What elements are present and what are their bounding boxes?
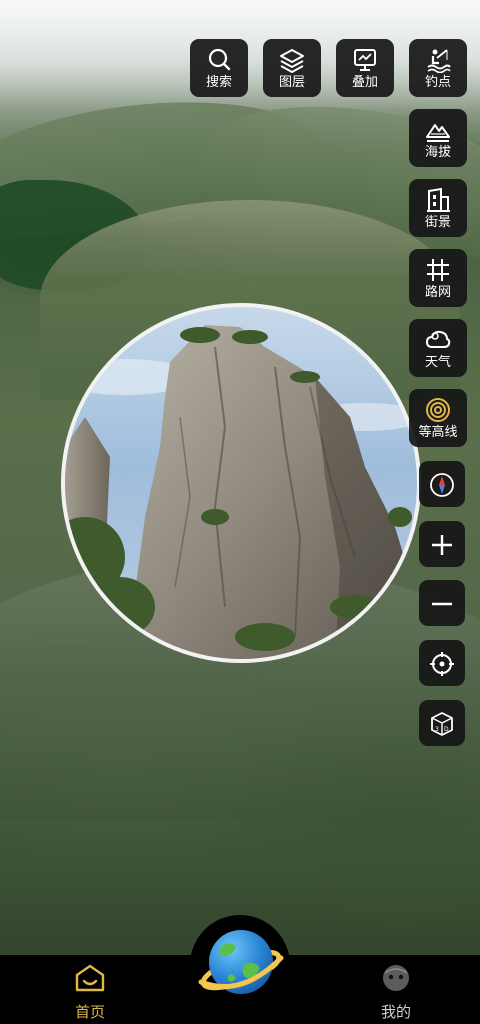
- street-view-button[interactable]: 街景: [409, 179, 467, 237]
- compass-button[interactable]: [419, 461, 465, 507]
- contour-button[interactable]: 等高线: [409, 389, 467, 447]
- svg-text:D: D: [444, 726, 449, 733]
- tab-mine[interactable]: 我的: [351, 955, 441, 1024]
- planet-icon[interactable]: [198, 920, 284, 1004]
- layers-icon: [280, 49, 304, 73]
- zoom-in-button[interactable]: [419, 521, 465, 567]
- layers-button[interactable]: 图层: [263, 39, 321, 97]
- weather-button[interactable]: 天气: [409, 319, 467, 377]
- tab-mine-label: 我的: [380, 1003, 411, 1021]
- 3d-view-icon: 3D: [431, 712, 453, 736]
- street-view-label: 街景: [424, 215, 451, 230]
- layers-label: 图层: [278, 75, 305, 90]
- search-button[interactable]: 搜索: [190, 39, 248, 97]
- overlay-label: 叠加: [351, 75, 378, 90]
- search-label: 搜索: [205, 75, 232, 90]
- locate-button[interactable]: [419, 640, 465, 686]
- contour-icon: [426, 398, 450, 422]
- zoom-out-icon: [432, 602, 452, 606]
- location-photo-circle[interactable]: [61, 303, 421, 663]
- tab-home[interactable]: 首页: [45, 955, 135, 1024]
- 3d-view-button[interactable]: 3D: [419, 700, 465, 746]
- zoom-in-icon: [432, 535, 452, 555]
- profile-icon: [383, 965, 409, 991]
- weather-label: 天气: [424, 355, 451, 370]
- tab-home-label: 首页: [74, 1003, 105, 1021]
- compass-icon: [430, 473, 454, 497]
- home-icon: [75, 964, 105, 992]
- fishing-spot-button[interactable]: 钓点: [409, 39, 467, 97]
- fishing-spot-label: 钓点: [424, 75, 451, 90]
- zoom-out-button[interactable]: [419, 580, 465, 626]
- svg-text:3: 3: [435, 726, 439, 733]
- overlay-chart-icon: [354, 49, 376, 71]
- road-network-label: 路网: [424, 285, 451, 300]
- rock-peak-image: [65, 325, 417, 659]
- street-view-icon: [427, 187, 450, 212]
- elevation-button[interactable]: 海拔: [409, 109, 467, 167]
- fishing-spot-icon: [427, 49, 451, 73]
- road-network-button[interactable]: 路网: [409, 249, 467, 307]
- contour-label: 等高线: [418, 425, 458, 440]
- overlay-button[interactable]: 叠加: [336, 39, 394, 97]
- locate-icon: [430, 652, 454, 676]
- elevation-label: 海拔: [424, 145, 451, 160]
- search-icon: [208, 48, 231, 71]
- weather-icon: [426, 330, 451, 348]
- road-network-icon: [427, 259, 449, 281]
- elevation-icon: [426, 124, 450, 142]
